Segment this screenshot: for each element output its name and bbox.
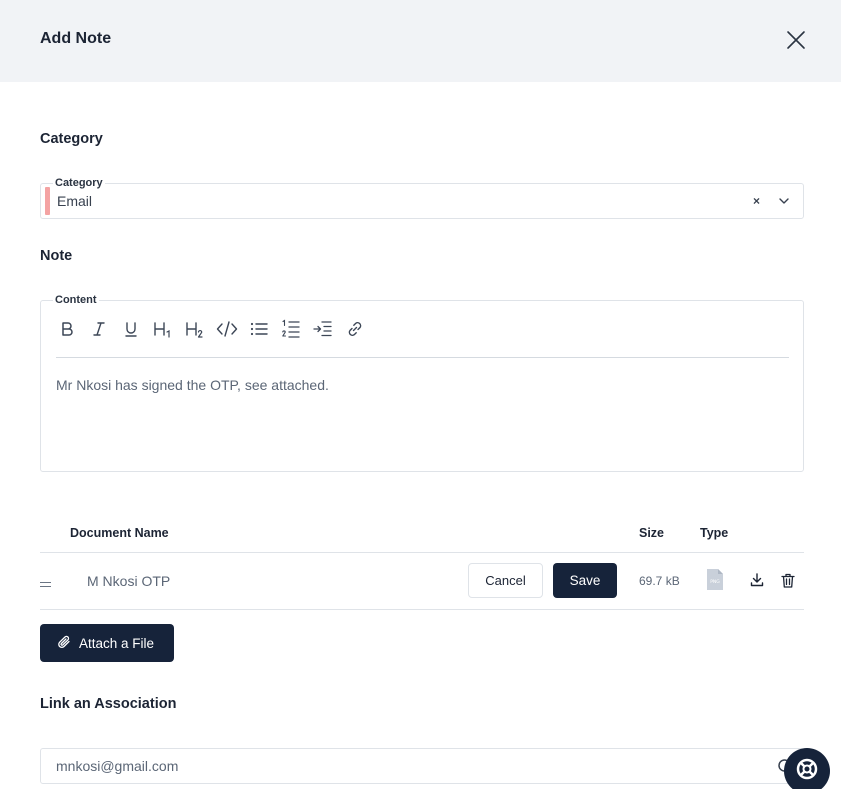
document-name[interactable]: M Nkosi OTP	[87, 573, 170, 589]
category-color-swatch	[45, 187, 50, 215]
category-value: Email	[57, 193, 93, 209]
ordered-list-icon[interactable]	[279, 317, 303, 341]
attach-file-button[interactable]: Attach a File	[40, 624, 174, 662]
lifebuoy-icon	[795, 757, 819, 786]
help-widget-button[interactable]	[784, 748, 830, 789]
note-editor[interactable]: Content Mr Nkosi has signed the OTP, see…	[40, 294, 804, 472]
download-icon[interactable]	[750, 573, 764, 587]
note-content[interactable]: Mr Nkosi has signed the OTP, see attache…	[56, 377, 329, 393]
bullet-list-icon[interactable]	[247, 317, 271, 341]
table-row-divider	[40, 609, 804, 610]
chevron-down-icon[interactable]	[777, 194, 791, 208]
attach-file-label: Attach a File	[79, 635, 155, 651]
link-icon[interactable]	[343, 317, 367, 341]
category-heading: Category	[40, 131, 103, 147]
category-select[interactable]: Category Email ×	[40, 177, 804, 219]
document-size: 69.7 kB	[639, 574, 680, 588]
note-heading: Note	[40, 248, 73, 264]
drag-handle-icon[interactable]	[40, 576, 51, 588]
heading2-icon[interactable]	[183, 317, 207, 341]
bold-icon[interactable]	[55, 317, 79, 341]
toolbar-divider	[56, 357, 789, 358]
code-icon[interactable]	[215, 317, 239, 341]
clear-icon[interactable]: ×	[753, 194, 760, 208]
indent-icon[interactable]	[311, 317, 335, 341]
trash-icon[interactable]	[781, 573, 795, 588]
column-header-document-name: Document Name	[70, 526, 169, 540]
modal-title: Add Note	[40, 30, 112, 47]
paperclip-icon	[57, 635, 71, 652]
category-field-label: Category	[53, 177, 105, 189]
column-header-size: Size	[639, 526, 665, 540]
close-icon[interactable]	[784, 28, 808, 52]
png-file-icon: PNG	[706, 568, 724, 591]
svg-text:PNG: PNG	[710, 579, 720, 585]
table-header-divider	[40, 552, 804, 553]
association-search-input[interactable]: mnkosi@gmail.com	[40, 748, 804, 784]
editor-toolbar	[55, 317, 367, 341]
content-field-label: Content	[53, 294, 99, 306]
cancel-button[interactable]: Cancel	[468, 563, 543, 598]
underline-icon[interactable]	[119, 317, 143, 341]
heading1-icon[interactable]	[151, 317, 175, 341]
association-heading: Link an Association	[40, 696, 177, 712]
column-header-type: Type	[700, 526, 729, 540]
association-value: mnkosi@gmail.com	[56, 758, 179, 774]
italic-icon[interactable]	[87, 317, 111, 341]
save-button[interactable]: Save	[553, 563, 617, 598]
modal-header: Add Note	[0, 0, 841, 82]
